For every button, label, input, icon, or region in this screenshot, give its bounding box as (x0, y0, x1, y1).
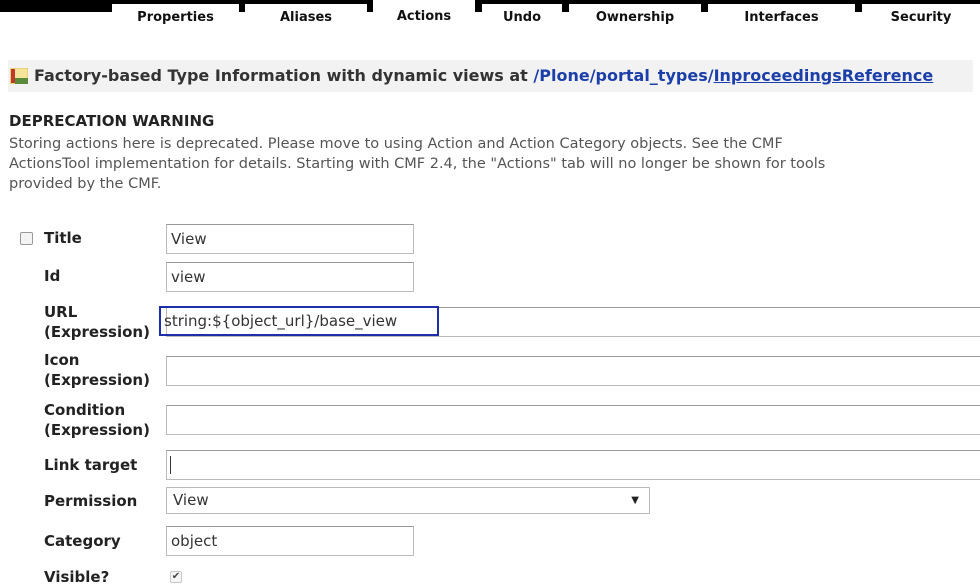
tab-label: Undo (502, 10, 542, 25)
checkmark-icon: ✔ (171, 571, 181, 582)
tab-label: Interfaces (744, 10, 819, 25)
type-icon (10, 68, 28, 84)
url-label-line2: (Expression) (44, 323, 150, 341)
tab-label: Actions (396, 9, 452, 24)
permission-label: Permission (44, 492, 138, 510)
visible-checkbox[interactable]: ✔ (170, 571, 182, 583)
icon-label-line1: Icon (44, 351, 80, 369)
deprecation-title: DEPRECATION WARNING (9, 112, 215, 130)
id-label: Id (44, 267, 61, 285)
tab-properties[interactable]: Properties (112, 4, 239, 32)
permission-select[interactable]: View ▼ (166, 487, 650, 514)
page-title-prefix: Factory-based Type Information with dyna… (34, 66, 534, 85)
tab-aliases[interactable]: Aliases (245, 4, 367, 32)
deprecation-message: Storing actions here is deprecated. Plea… (9, 134, 909, 194)
icon-label-line2: (Expression) (44, 371, 150, 389)
page-title: Factory-based Type Information with dyna… (34, 66, 933, 85)
tab-label: Aliases (279, 10, 333, 25)
condition-label-line2: (Expression) (44, 421, 150, 439)
link-target-input[interactable] (166, 450, 980, 480)
condition-label: Condition (Expression) (44, 400, 150, 440)
tab-security[interactable]: Security (862, 4, 980, 32)
condition-label-line1: Condition (44, 401, 126, 419)
title-label: Title (44, 229, 82, 247)
deprecation-line: provided by the CMF. (9, 176, 162, 192)
tab-bar: Properties Aliases Actions Undo Ownershi… (0, 0, 980, 32)
url-label-line1: URL (44, 303, 78, 321)
category-input[interactable]: object (166, 526, 414, 556)
page-header: Factory-based Type Information with dyna… (8, 60, 973, 92)
condition-expression-input[interactable] (166, 405, 980, 435)
tab-actions[interactable]: Actions (373, 0, 475, 32)
tab-label: Properties (137, 10, 214, 25)
tab-interfaces[interactable]: Interfaces (708, 4, 855, 32)
url-label: URL (Expression) (44, 302, 150, 342)
tab-label: Ownership (595, 10, 675, 25)
title-input[interactable]: View (166, 224, 414, 254)
visible-label: Visible? (44, 568, 110, 586)
tab-undo[interactable]: Undo (482, 4, 562, 32)
url-expression-input[interactable]: string:${object_url}/base_view (159, 306, 439, 336)
text-cursor (170, 456, 171, 474)
icon-label: Icon (Expression) (44, 350, 150, 390)
tab-label: Security (890, 10, 952, 25)
deprecation-line: ActionsTool implementation for details. … (9, 156, 826, 172)
category-label: Category (44, 532, 121, 550)
title-select-checkbox[interactable] (20, 232, 33, 245)
icon-expression-input[interactable] (166, 356, 980, 386)
deprecation-line: Storing actions here is deprecated. Plea… (9, 136, 783, 152)
permission-selected-value: View (173, 491, 209, 509)
path-plain: /Plone/portal_types/ (533, 66, 714, 85)
chevron-down-icon: ▼ (631, 495, 639, 506)
tab-ownership[interactable]: Ownership (569, 4, 701, 32)
path-link[interactable]: InproceedingsReference (714, 66, 934, 85)
link-target-label: Link target (44, 456, 138, 474)
id-input[interactable]: view (166, 262, 414, 292)
